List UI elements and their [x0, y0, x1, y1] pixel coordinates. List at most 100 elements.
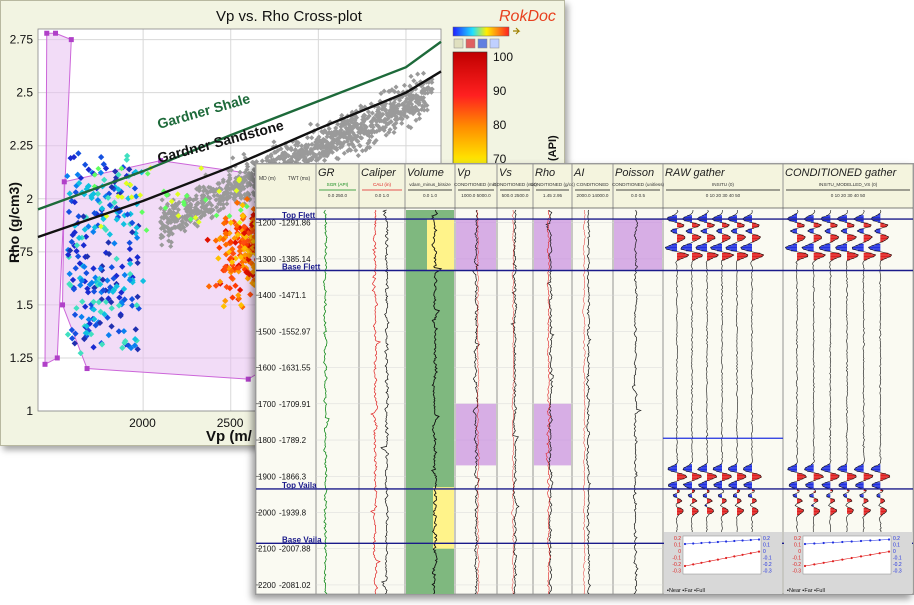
volume-sand-fill	[427, 219, 454, 270]
avo-right-tick: 0	[893, 549, 896, 555]
polygon-vertex	[53, 30, 59, 36]
twt-tick-label: -1552.97	[279, 327, 311, 336]
avo-right-tick: 0.1	[893, 543, 900, 549]
track-title: CONDITIONED gather	[785, 167, 898, 179]
color-scale: 100 90 80 70 (API)	[452, 50, 559, 177]
formation-marker-label: Top Flett	[282, 211, 316, 220]
avo-right-tick: 0.2	[893, 536, 900, 542]
md-tick-label: 1900	[258, 472, 276, 481]
avo-right-tick: -0.1	[763, 556, 772, 562]
track-title: Rho	[535, 167, 555, 179]
avo-right-tick: 0.1	[763, 543, 770, 549]
polygon-vertex	[84, 366, 90, 372]
track-curve-name: CONDITIONED (unitless)	[612, 182, 665, 187]
polygon-vertex	[54, 355, 60, 361]
y-tick-label: 2.75	[10, 33, 34, 47]
md-tick-label: 1800	[258, 436, 276, 445]
avo-right-tick: 0	[763, 549, 766, 555]
track-title: Vs	[499, 167, 512, 179]
twt-tick-label: -1709.91	[279, 400, 311, 409]
colorbar-toolbar[interactable]	[452, 26, 521, 49]
track-curve-name: CONDITIONED (g/cc)	[530, 182, 575, 187]
track-scale: 0.0 1.0	[423, 193, 437, 198]
color-bar	[452, 51, 488, 177]
track-scale: 1000.0 5000.0	[461, 193, 491, 198]
avo-left-tick: -0.3	[672, 569, 681, 575]
avo-legend: ▪Near ▪Far ▪Full	[667, 588, 705, 594]
cbar-unit-label: (API)	[547, 135, 559, 161]
cbar-tick: 80	[493, 118, 507, 132]
toolbar-icon-3[interactable]	[477, 38, 488, 49]
formation-marker-label: Top Vaila	[282, 481, 317, 490]
track-title: GR	[318, 167, 335, 179]
crossplot-title: Vp vs. Rho Cross-plot	[216, 8, 363, 25]
avo-panels: 0.2 0.20.1 0.10 0-0.1 -0.1-0.2 -0.2-0.3 -0.3▪N…	[664, 532, 912, 594]
md-tick-label: 1300	[258, 255, 276, 264]
track-title: Caliper	[361, 167, 397, 179]
formation-marker-label: Base Flett	[282, 262, 321, 271]
avo-left-tick: 0.2	[794, 536, 801, 542]
log-view-svg: MD (m) TWT (ms) GR SGR (API) 0.0 250.0 Calipe…	[256, 164, 913, 594]
track-scale: 0 10 20 30 40 50	[706, 193, 741, 198]
md-label: MD (m)	[259, 176, 276, 182]
formation-marker-label: Base Vaila	[282, 535, 322, 544]
polygon-vertex	[61, 179, 67, 185]
avo-right-tick: 0.2	[763, 536, 770, 542]
polygon-vertex	[60, 302, 66, 308]
arrow-icon[interactable]	[513, 27, 521, 35]
md-tick-label: 2200	[258, 581, 276, 590]
avo-left-tick: -0.1	[792, 556, 801, 562]
cbar-tick: 100	[493, 50, 513, 64]
toolbar-icon-1[interactable]	[453, 38, 464, 49]
y-tick-label: 2	[26, 192, 33, 206]
y-tick-label: 2.25	[10, 139, 34, 153]
track-scale: 0 10 20 30 40 50	[831, 193, 866, 198]
avo-right-tick: -0.2	[893, 562, 902, 568]
track-curve-name: CONDITIONED (m/s)	[454, 182, 498, 187]
avo-left-tick: -0.2	[672, 562, 681, 568]
md-tick-label: 2000	[258, 508, 276, 517]
toolbar-icon-4[interactable]	[489, 38, 500, 49]
y-axis-label: Rho (g/cm3)	[6, 182, 22, 263]
md-tick-label: 1200	[258, 219, 276, 228]
polygon-vertex	[68, 37, 74, 43]
twt-tick-label: -1471.1	[279, 291, 307, 300]
y-tick-label: 1	[26, 404, 33, 418]
avo-right-tick: -0.1	[893, 556, 902, 562]
track-title: Poisson	[615, 167, 654, 179]
twt-tick-label: -1866.3	[279, 472, 307, 481]
track-scale: 0.0 1.0	[375, 193, 389, 198]
polygon-vertex	[245, 376, 251, 382]
md-tick-label: 1400	[258, 291, 276, 300]
avo-left-tick: 0.2	[674, 536, 681, 542]
twt-label: TWT (ms)	[288, 176, 310, 182]
y-tick-label: 1.5	[16, 298, 33, 312]
avo-left-tick: 0	[798, 549, 801, 555]
purple-zone	[534, 219, 571, 270]
avo-right-tick: -0.2	[763, 562, 772, 568]
twt-tick-label: -1789.2	[279, 436, 307, 445]
toolbar-icon-2[interactable]	[465, 38, 476, 49]
y-tick-label: 1.25	[10, 351, 34, 365]
avo-right-tick: -0.3	[763, 569, 772, 575]
track-scale: 2000.0 14000.0	[577, 193, 609, 198]
palette-swatch[interactable]	[452, 26, 510, 37]
avo-legend: ▪Near ▪Far ▪Full	[787, 588, 825, 594]
rokdoc-logo: RokDoc	[499, 8, 556, 25]
twt-tick-label: -2007.88	[279, 545, 311, 554]
cbar-tick: 90	[493, 84, 507, 98]
track-scale: 500.0 2500.0	[502, 193, 529, 198]
md-tick-label: 1700	[258, 400, 276, 409]
y-tick-label: 2.5	[16, 86, 33, 100]
avo-left-tick: -0.1	[672, 556, 681, 562]
purple-zone	[614, 219, 662, 270]
track-title: Volume	[407, 167, 444, 179]
track-scale: 1.45 2.95	[543, 193, 563, 198]
track-scale: 0.0 0.5	[631, 193, 645, 198]
track-curve-name: INSITU_MODELLED_VS (0)	[819, 182, 878, 187]
track-curve-name: CALI (in)	[373, 182, 392, 187]
track-title: RAW gather	[665, 167, 726, 179]
track-curve-name: CONDITIONED	[576, 182, 609, 187]
purple-zone	[534, 403, 571, 466]
avo-left-tick: -0.3	[792, 569, 801, 575]
